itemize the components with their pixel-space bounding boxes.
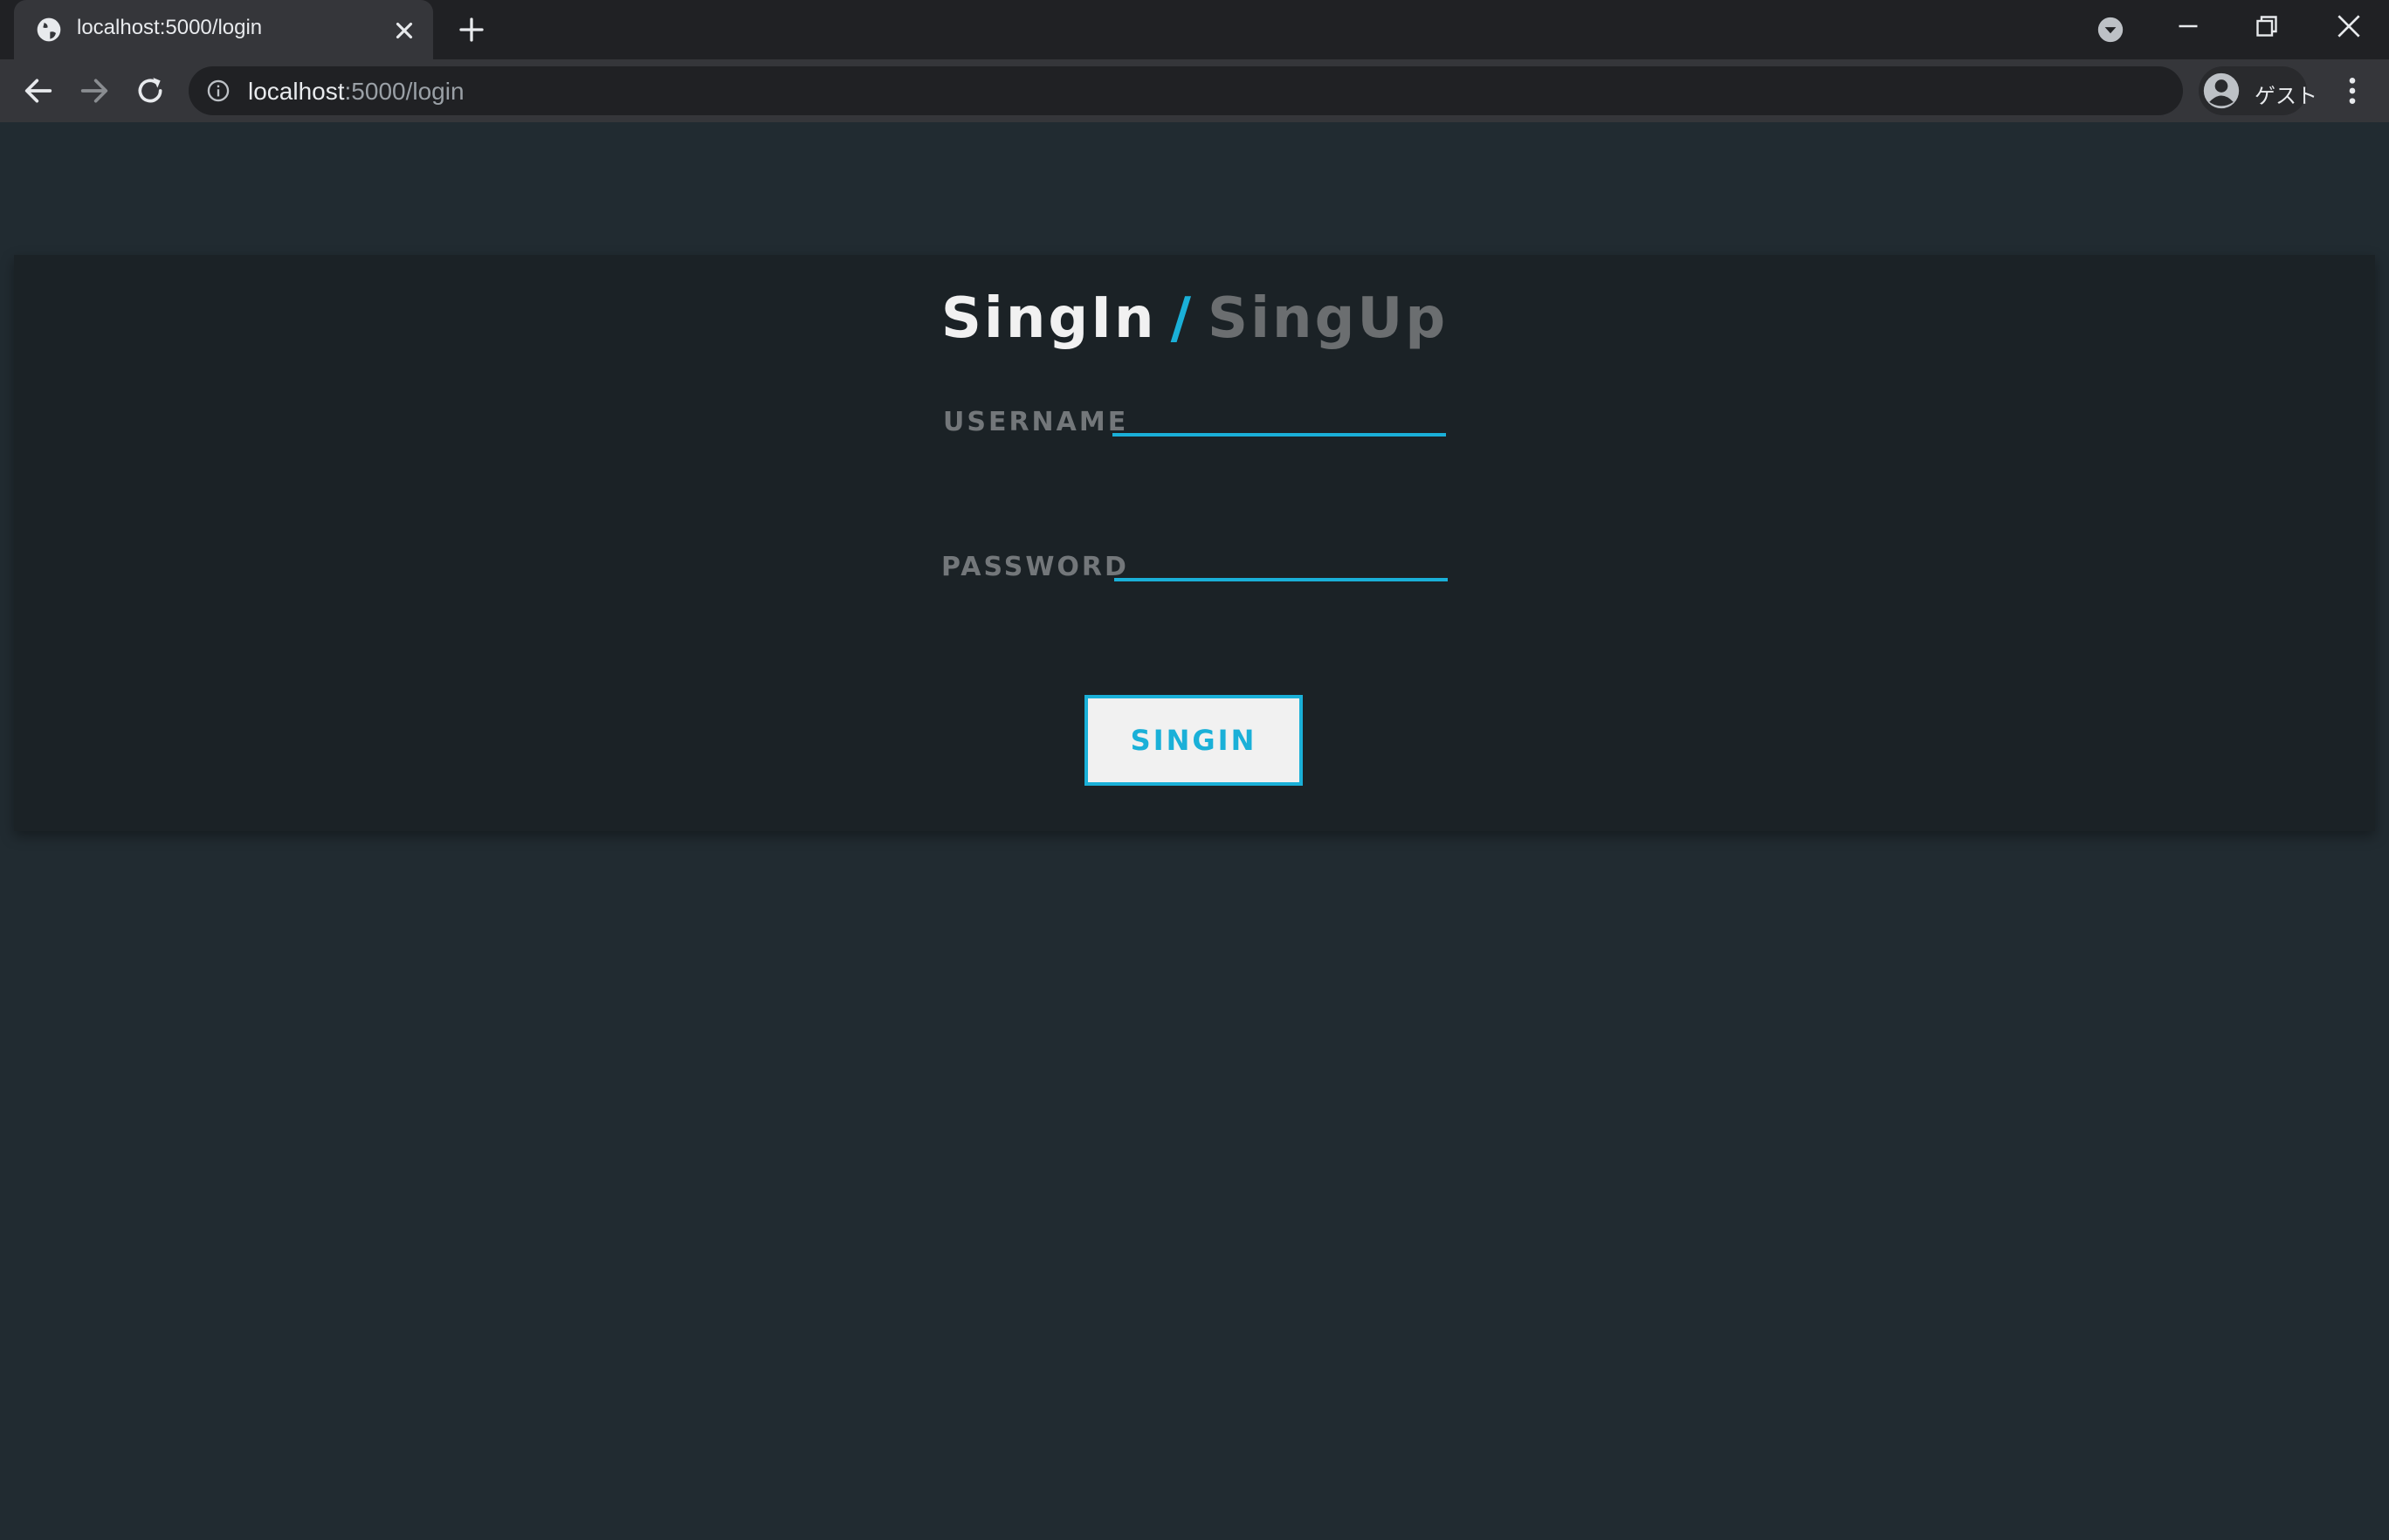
username-input[interactable]	[1112, 395, 1446, 437]
url-host: localhost	[248, 78, 345, 105]
url-text: localhost:5000/login	[248, 78, 465, 106]
login-card: SingIn / SingUp USERNAME PASSWORD SINGIN	[14, 255, 2375, 831]
signin-tab[interactable]: SingIn	[941, 286, 1157, 351]
arrow-right-icon[interactable]	[77, 73, 112, 108]
arrow-left-icon[interactable]	[21, 73, 56, 108]
minimize-icon[interactable]	[2172, 10, 2204, 42]
profile-button[interactable]: ゲスト	[2199, 66, 2317, 115]
kebab-menu-icon[interactable]	[2335, 73, 2370, 108]
restore-icon[interactable]	[2251, 10, 2282, 42]
url-path: :5000/login	[344, 78, 465, 105]
close-icon[interactable]	[2331, 9, 2366, 44]
password-input[interactable]	[1114, 540, 1448, 581]
address-bar[interactable]: localhost:5000/login	[189, 66, 2183, 115]
info-icon[interactable]	[206, 79, 231, 103]
plus-icon[interactable]	[456, 14, 487, 45]
signin-button[interactable]: SINGIN	[1084, 695, 1303, 786]
chevron-down-circle-icon[interactable]	[2096, 15, 2125, 45]
profile-label: ゲスト	[2255, 85, 2317, 108]
heading-separator: /	[1170, 286, 1194, 351]
reload-icon[interactable]	[133, 73, 168, 108]
browser-tab-strip: localhost:5000/login	[0, 0, 2389, 59]
signup-tab[interactable]: SingUp	[1208, 286, 1448, 351]
globe-icon	[37, 17, 61, 42]
tab-title: localhost:5000/login	[77, 16, 263, 39]
password-label: PASSWORD	[941, 552, 1129, 582]
page-title: SingIn / SingUp	[14, 286, 2375, 351]
browser-tab[interactable]: localhost:5000/login	[14, 0, 433, 59]
close-icon[interactable]	[391, 17, 417, 44]
browser-toolbar: localhost:5000/login ゲスト	[0, 59, 2389, 122]
username-label: USERNAME	[943, 407, 1129, 437]
person-icon	[2203, 72, 2240, 109]
